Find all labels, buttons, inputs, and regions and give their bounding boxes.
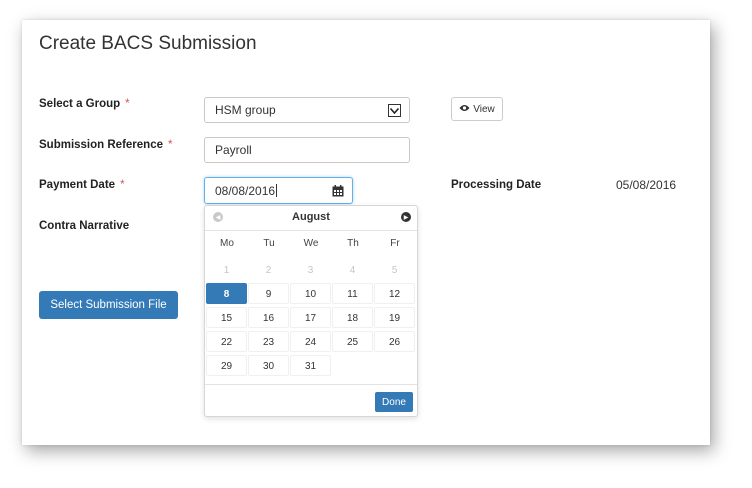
- payment-date-input[interactable]: 08/08/2016: [204, 177, 353, 204]
- required-marker: *: [120, 179, 125, 191]
- calendar-day[interactable]: 29: [206, 355, 247, 376]
- datepicker-divider: [205, 230, 417, 231]
- calendar-day[interactable]: 10: [290, 283, 331, 304]
- calendar-day[interactable]: 24: [290, 331, 331, 352]
- calendar-day[interactable]: 25: [332, 331, 373, 352]
- weekday-header: Tu: [263, 238, 275, 249]
- reference-input[interactable]: Payroll: [204, 137, 410, 163]
- group-label-text: Select a Group: [39, 98, 121, 110]
- eye-icon: [459, 104, 470, 115]
- select-submission-file-button[interactable]: Select Submission File: [39, 291, 178, 319]
- reference-label-text: Submission Reference: [39, 139, 163, 151]
- datepicker-header: ◀ August ▶: [205, 206, 417, 230]
- selected-day[interactable]: 8: [206, 283, 247, 304]
- chevron-right-icon[interactable]: ▶: [401, 212, 411, 222]
- calendar-day[interactable]: 19: [374, 307, 415, 328]
- weekday-header: Fr: [390, 238, 400, 249]
- calendar-day[interactable]: 16: [248, 307, 289, 328]
- calendar-day[interactable]: 31: [290, 355, 331, 376]
- calendar-day: 3: [307, 265, 314, 276]
- done-button[interactable]: Done: [375, 392, 413, 412]
- group-select-value: HSM group: [215, 103, 276, 117]
- calendar-day[interactable]: 26: [374, 331, 415, 352]
- calendar-day: 1: [223, 265, 230, 276]
- reference-input-value: Payroll: [215, 143, 252, 157]
- calendar-day: 5: [391, 265, 398, 276]
- text-caret: [276, 184, 278, 197]
- group-label: Select a Group *: [39, 98, 130, 110]
- processing-date-label: Processing Date: [451, 179, 542, 191]
- view-button-label: View: [473, 103, 495, 115]
- calendar-day: 4: [349, 265, 356, 276]
- calendar-day[interactable]: 22: [206, 331, 247, 352]
- calendar-day[interactable]: 11: [332, 283, 373, 304]
- weekday-header: Mo: [220, 238, 234, 249]
- chevron-down-icon[interactable]: [388, 104, 401, 117]
- calendar-day[interactable]: 23: [248, 331, 289, 352]
- group-select[interactable]: HSM group: [204, 97, 410, 123]
- required-marker: *: [167, 139, 173, 151]
- processing-date-value: 05/08/2016: [616, 178, 677, 192]
- calendar-icon[interactable]: [332, 185, 344, 200]
- datepicker-popup: ◀ August ▶ Mo Tu We Th Fr 1 2 3 4 5 8 9 10 11 12 15 16 1…: [204, 205, 418, 417]
- datepicker-divider: [205, 384, 417, 385]
- contra-narrative-label: Contra Narrative: [39, 220, 130, 232]
- required-marker: *: [125, 98, 130, 110]
- payment-date-label-text: Payment Date: [39, 179, 116, 191]
- calendar-day[interactable]: 12: [374, 283, 415, 304]
- calendar-day[interactable]: 15: [206, 307, 247, 328]
- calendar-day[interactable]: 30: [248, 355, 289, 376]
- calendar-day[interactable]: 18: [332, 307, 373, 328]
- payment-date-value: 08/08/2016: [215, 183, 276, 198]
- reference-label: Submission Reference *: [39, 139, 172, 151]
- view-button[interactable]: View: [451, 97, 503, 121]
- calendar-day[interactable]: 9: [248, 283, 289, 304]
- datepicker-month: August: [292, 211, 330, 223]
- payment-date-label: Payment Date *: [39, 179, 125, 191]
- calendar-day[interactable]: 17: [290, 307, 331, 328]
- page-title: Create BACS Submission: [39, 33, 257, 54]
- calendar-day: 2: [265, 265, 272, 276]
- weekday-header: Th: [347, 238, 359, 249]
- weekday-header: We: [303, 238, 319, 249]
